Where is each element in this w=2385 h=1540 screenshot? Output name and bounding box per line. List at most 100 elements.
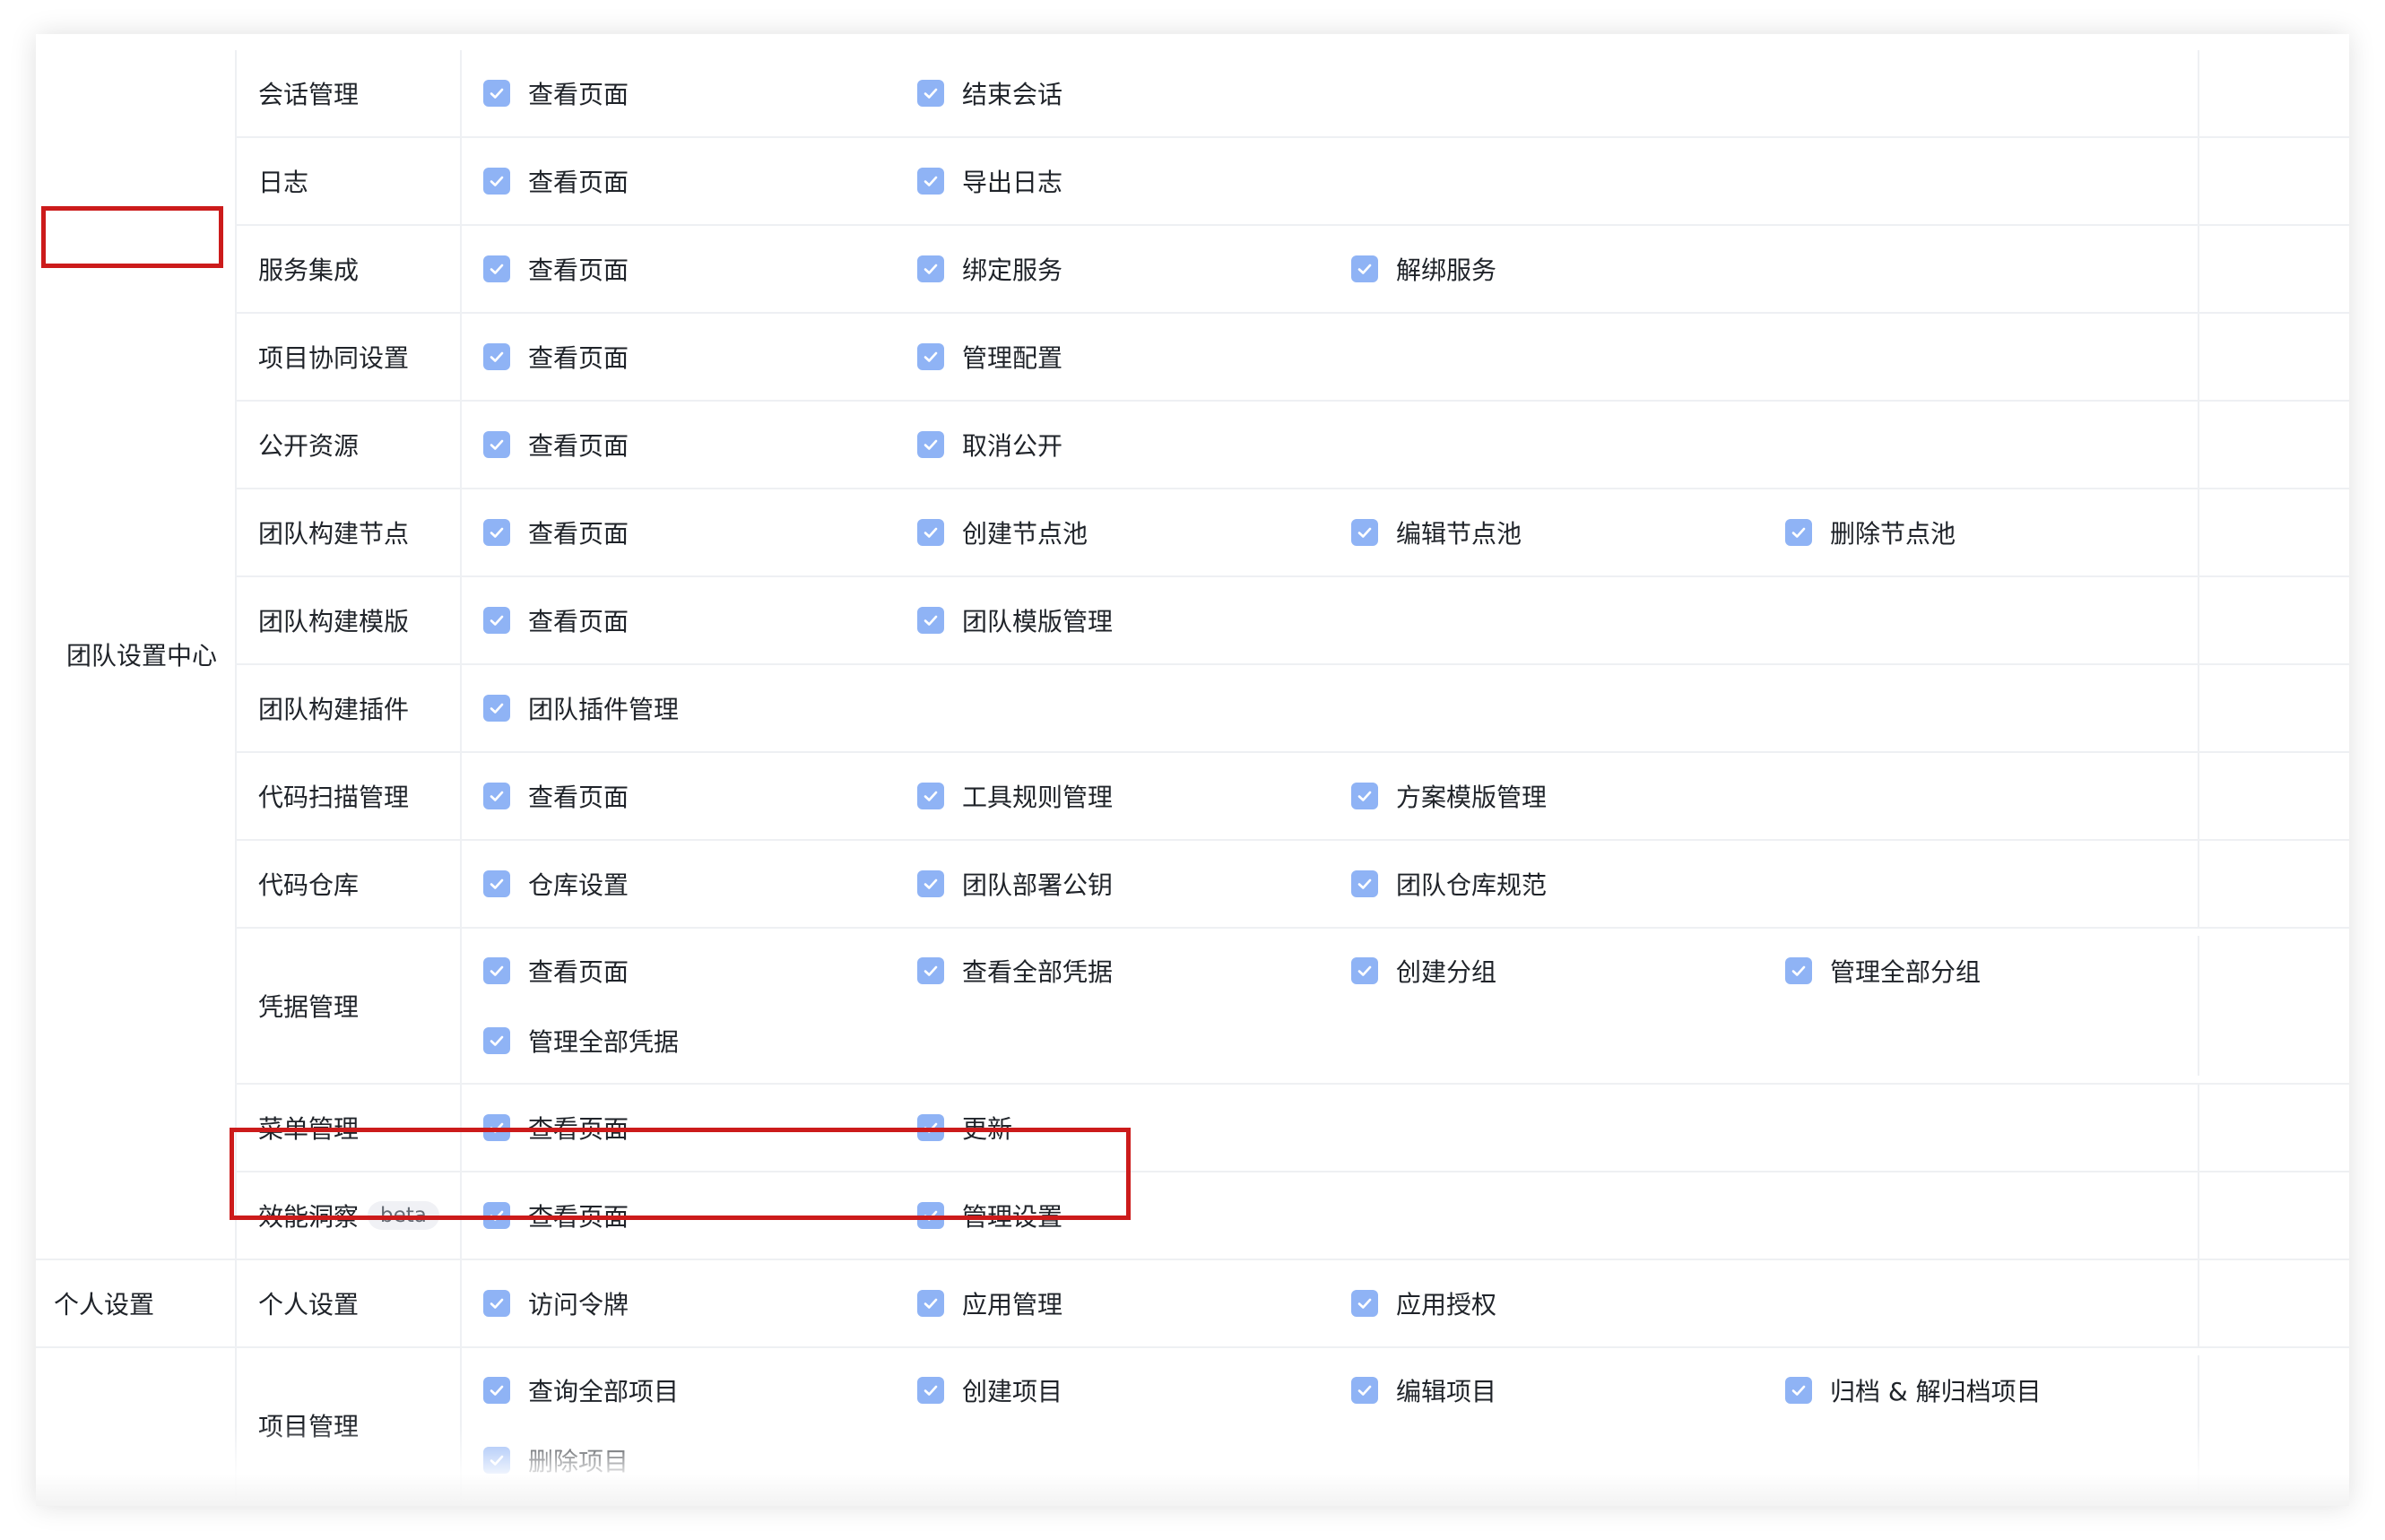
permission-checkbox[interactable]	[917, 519, 944, 546]
permission-checkbox[interactable]	[917, 431, 944, 458]
permission-checkbox[interactable]	[483, 957, 510, 984]
permission-item[interactable]: 查看页面	[462, 50, 896, 136]
permission-checkbox[interactable]	[917, 1290, 944, 1317]
permission-checkbox[interactable]	[483, 783, 510, 809]
permission-item[interactable]: 创建节点池	[896, 489, 1330, 575]
permission-label: 删除节点池	[1830, 519, 1956, 549]
permission-checkbox[interactable]	[1351, 519, 1378, 546]
permission-item[interactable]: 创建项目集	[896, 1504, 1330, 1506]
permission-item[interactable]: 团队插件管理	[462, 665, 896, 751]
permission-item[interactable]: 编辑节点池	[1330, 489, 1764, 575]
permission-checkbox[interactable]	[917, 957, 944, 984]
permission-item[interactable]: 编辑项目集	[1330, 1504, 1764, 1506]
permission-checkbox[interactable]	[917, 1114, 944, 1141]
permission-label: 编辑项目	[1396, 1377, 1497, 1406]
permission-item[interactable]: 管理全部分组	[1764, 936, 2198, 1006]
permission-item[interactable]: 查看页面	[462, 314, 896, 400]
permission-item[interactable]: 查看页面	[462, 226, 896, 312]
permission-item[interactable]: 仓库设置	[462, 841, 896, 927]
permission-checkbox[interactable]	[1351, 957, 1378, 984]
permission-checkbox[interactable]	[917, 1377, 944, 1404]
permission-item[interactable]: 工具规则管理	[896, 753, 1330, 839]
permission-item[interactable]: 归档 & 解归档项目	[1764, 1355, 2198, 1425]
permission-checkbox[interactable]	[1351, 870, 1378, 897]
permission-item[interactable]: 创建项目	[896, 1355, 1330, 1425]
permission-item[interactable]: 查看页面	[462, 1085, 896, 1171]
permission-item[interactable]: 管理配置	[896, 314, 1330, 400]
permission-row: 查看页面 团队模版管理	[462, 577, 2349, 665]
permission-checkbox[interactable]	[483, 1114, 510, 1141]
permission-checkbox[interactable]	[1351, 1377, 1378, 1404]
permission-item[interactable]: 查看页面	[462, 138, 896, 224]
permission-checkbox[interactable]	[917, 1202, 944, 1229]
permission-item[interactable]: 解绑服务	[1330, 226, 1764, 312]
permission-item[interactable]: 归档 & 解归档项...	[1764, 1504, 2198, 1506]
check-icon	[1357, 264, 1372, 274]
permission-checkbox[interactable]	[483, 519, 510, 546]
permission-checkbox[interactable]	[1351, 783, 1378, 809]
permission-item[interactable]: 团队仓库规范	[1330, 841, 1764, 927]
permission-checkbox[interactable]	[483, 1447, 510, 1474]
permission-item[interactable]: 查看全部凭据	[896, 936, 1330, 1006]
permission-item[interactable]: 方案模版管理	[1330, 753, 1764, 839]
permission-checkbox[interactable]	[1351, 255, 1378, 282]
permission-checkbox[interactable]	[483, 255, 510, 282]
permission-checkbox[interactable]	[483, 870, 510, 897]
permission-item[interactable]: 查询全部项目集	[462, 1504, 896, 1506]
permission-item[interactable]: 结束会话	[896, 50, 1330, 136]
permission-item[interactable]: 查看页面	[462, 936, 896, 1006]
permission-checkbox[interactable]	[1785, 1377, 1812, 1404]
permission-checkbox[interactable]	[483, 431, 510, 458]
permission-checkbox[interactable]	[917, 168, 944, 195]
permission-item[interactable]: 导出日志	[896, 138, 1330, 224]
permission-checkbox[interactable]	[1785, 519, 1812, 546]
permission-item[interactable]: 删除项目	[462, 1425, 896, 1495]
permission-label: 查看页面	[528, 1202, 629, 1232]
permission-item[interactable]: 应用管理	[896, 1260, 1330, 1346]
permission-item[interactable]: 删除节点池	[1764, 489, 2198, 575]
permission-grid: 团队设置中心 个人设置 会话管理 查看页面 结束会话 日志 查看页面 导出日志 服务集成 查看页面…	[36, 50, 2349, 1506]
permission-item[interactable]: 查看页面	[462, 577, 896, 663]
permission-item[interactable]: 管理设置	[896, 1172, 1330, 1259]
permission-checkbox[interactable]	[483, 1290, 510, 1317]
category-personal: 个人设置	[36, 1260, 235, 1348]
permission-item[interactable]: 取消公开	[896, 402, 1330, 488]
permission-item[interactable]: 更新	[896, 1085, 1330, 1171]
permission-checkbox[interactable]	[917, 607, 944, 634]
permission-checkbox[interactable]	[483, 695, 510, 722]
permission-checkbox[interactable]	[483, 607, 510, 634]
permission-checkbox[interactable]	[917, 343, 944, 370]
row-select-all	[2198, 577, 2349, 663]
permission-checkbox[interactable]	[483, 1027, 510, 1054]
check-icon	[490, 88, 504, 99]
permission-checkbox[interactable]	[917, 80, 944, 107]
row-select-all	[2198, 753, 2349, 839]
permission-checkbox[interactable]	[917, 783, 944, 809]
permission-item[interactable]: 访问令牌	[462, 1260, 896, 1346]
permission-item[interactable]: 团队部署公钥	[896, 841, 1330, 927]
permission-item[interactable]: 应用授权	[1330, 1260, 1764, 1346]
category-label: 团队设置中心	[66, 641, 218, 671]
permission-item[interactable]: 查看页面	[462, 489, 896, 575]
permission-item[interactable]: 查询全部项目	[462, 1355, 896, 1425]
permission-checkbox[interactable]	[483, 168, 510, 195]
permission-item[interactable]: 绑定服务	[896, 226, 1330, 312]
permission-label: 仓库设置	[528, 870, 629, 900]
permission-row: 查看页面 工具规则管理 方案模版管理	[462, 753, 2349, 841]
permission-checkbox[interactable]	[483, 1377, 510, 1404]
permission-item[interactable]: 团队模版管理	[896, 577, 1330, 663]
permission-item[interactable]: 编辑项目	[1330, 1355, 1764, 1425]
permission-item[interactable]: 创建分组	[1330, 936, 1764, 1006]
permission-checkbox[interactable]	[917, 870, 944, 897]
permission-checkbox[interactable]	[483, 1202, 510, 1229]
permission-checkbox[interactable]	[1351, 1290, 1378, 1317]
check-icon	[490, 1385, 504, 1396]
permission-checkbox[interactable]	[1785, 957, 1812, 984]
permission-checkbox[interactable]	[483, 343, 510, 370]
permission-item[interactable]: 管理全部凭据	[462, 1006, 896, 1076]
permission-checkbox[interactable]	[917, 255, 944, 282]
permission-checkbox[interactable]	[483, 80, 510, 107]
permission-item[interactable]: 查看页面	[462, 402, 896, 488]
permission-item[interactable]: 查看页面	[462, 1172, 896, 1259]
permission-item[interactable]: 查看页面	[462, 753, 896, 839]
